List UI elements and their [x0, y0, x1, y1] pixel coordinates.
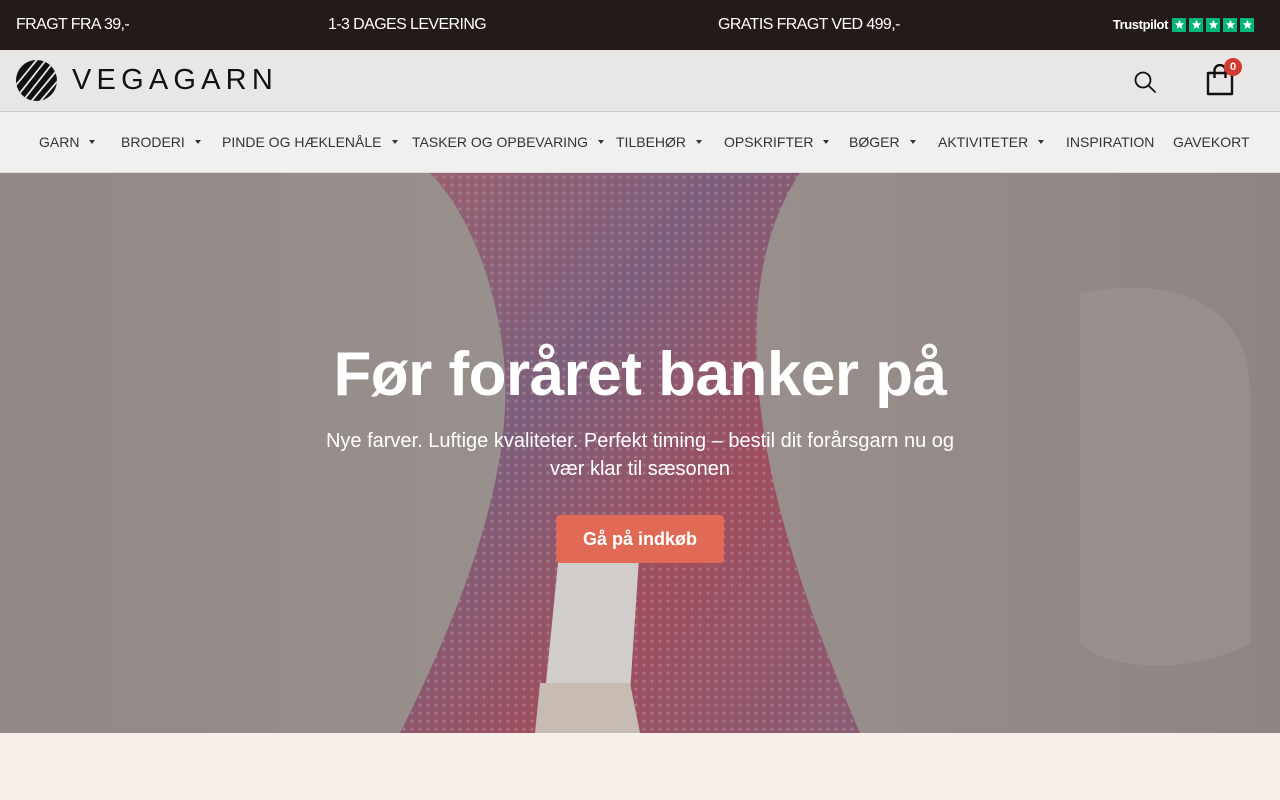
nav-item-broderi[interactable]: BRODERI: [121, 134, 201, 150]
trustpilot-widget[interactable]: Trustpilot: [1113, 17, 1254, 32]
nav-item-label: GARN: [39, 134, 80, 150]
nav-item-label: PINDE OG HÆKLENÅLE: [222, 134, 382, 150]
star-icon: [1223, 17, 1237, 32]
nav-item-gavekort[interactable]: GAVEKORT: [1173, 134, 1250, 150]
nav-item-pinde-og-haeklenale[interactable]: PINDE OG HÆKLENÅLE: [222, 134, 398, 150]
nav-item-inspiration[interactable]: INSPIRATION: [1066, 134, 1154, 150]
shop-now-button[interactable]: Gå på indkøb: [556, 515, 724, 563]
cart-count-badge: 0: [1224, 58, 1242, 76]
hero-title: Før foråret banker på: [333, 340, 947, 409]
caret-down-icon: [598, 140, 605, 144]
main-navigation: GARN BRODERI PINDE OG HÆKLENÅLE TASKER O…: [0, 112, 1280, 173]
hero-banner: Før foråret banker på Nye farver. Luftig…: [0, 173, 1280, 733]
star-icon: [1189, 17, 1203, 32]
star-icon: [1240, 17, 1254, 32]
nav-item-boger[interactable]: BØGER: [849, 134, 916, 150]
hero-subtitle: Nye farver. Luftige kvaliteter. Perfekt …: [325, 430, 955, 480]
announcement-shipping-price: FRAGT FRA 39,-: [16, 16, 130, 33]
caret-down-icon: [909, 140, 916, 144]
nav-item-label: OPSKRIFTER: [724, 134, 814, 150]
announcement-free-shipping: GRATIS FRAGT VED 499,-: [718, 16, 900, 33]
caret-down-icon: [89, 140, 96, 144]
caret-down-icon: [823, 140, 830, 144]
announcement-delivery-time: 1-3 DAGES LEVERING: [328, 16, 487, 33]
caret-down-icon: [1038, 140, 1045, 144]
logo-link[interactable]: VEGAGARN: [16, 60, 278, 101]
star-icon: [1172, 17, 1186, 32]
caret-down-icon: [696, 140, 703, 144]
nav-item-label: AKTIVITETER: [938, 134, 1029, 150]
site-header: VEGAGARN 0: [0, 50, 1280, 112]
nav-item-garn[interactable]: GARN: [39, 134, 96, 150]
nav-item-aktiviteter[interactable]: AKTIVITETER: [938, 134, 1045, 150]
nav-item-label: TILBEHØR: [616, 134, 687, 150]
nav-item-label: GAVEKORT: [1173, 134, 1250, 150]
search-icon[interactable]: [1133, 70, 1157, 94]
nav-item-label: TASKER OG OPBEVARING: [412, 134, 589, 150]
caret-down-icon: [194, 140, 201, 144]
logo-wordmark: VEGAGARN: [72, 64, 278, 96]
nav-item-tilbehor[interactable]: TILBEHØR: [616, 134, 703, 150]
announcement-bar: FRAGT FRA 39,- 1-3 DAGES LEVERING GRATIS…: [0, 0, 1280, 50]
nav-item-opskrifter[interactable]: OPSKRIFTER: [724, 134, 830, 150]
nav-item-tasker-og-opbevaring[interactable]: TASKER OG OPBEVARING: [412, 134, 605, 150]
yarn-ball-logo-icon: [16, 60, 57, 101]
nav-item-label: BØGER: [849, 134, 900, 150]
caret-down-icon: [391, 140, 398, 144]
nav-item-label: INSPIRATION: [1066, 134, 1155, 150]
nav-item-label: BRODERI: [121, 134, 185, 150]
content-section-background: [0, 733, 1280, 800]
trustpilot-label: Trustpilot: [1112, 17, 1169, 32]
star-icon: [1206, 17, 1220, 32]
